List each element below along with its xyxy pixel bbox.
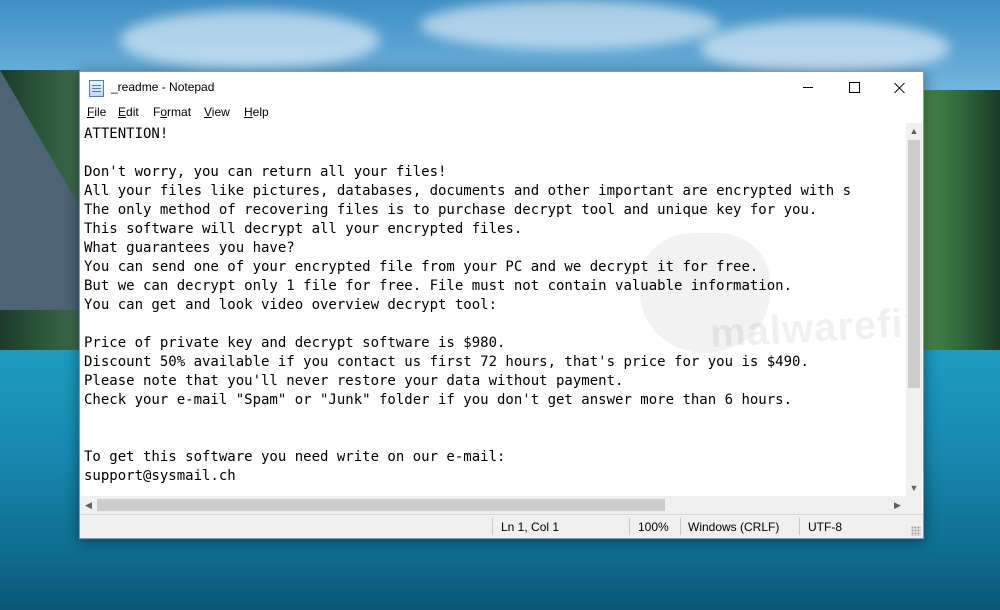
menu-file[interactable]: File	[87, 105, 106, 119]
text-line: The only method of recovering files is t…	[84, 202, 818, 218]
title-bar[interactable]: _readme - Notepad	[80, 72, 923, 103]
text-line: Price of private key and decrypt softwar…	[84, 335, 506, 351]
text-line: What guarantees you have?	[84, 240, 295, 256]
text-editor[interactable]: malwarefixes ATTENTION! Don't worry, you …	[80, 123, 906, 496]
minimize-button[interactable]	[785, 72, 831, 103]
horizontal-scrollbar[interactable]: ◀ ▶	[80, 496, 906, 514]
close-button[interactable]	[877, 72, 923, 103]
status-bar: Ln 1, Col 1 100% Windows (CRLF) UTF-8	[80, 514, 923, 538]
notepad-icon	[89, 80, 104, 97]
text-line: Discount 50% available if you contact us…	[84, 354, 809, 370]
menu-format[interactable]: Format	[153, 105, 191, 119]
menu-help-label: elp	[252, 105, 269, 119]
status-separator	[492, 518, 493, 535]
text-line: ATTENTION!	[84, 126, 169, 142]
menu-file-label: ile	[94, 105, 107, 119]
close-icon	[894, 82, 906, 94]
menu-view-label: iew	[211, 105, 230, 119]
text-line: Please note that you'll never restore yo…	[84, 373, 624, 389]
text-line: But we can decrypt only 1 file for free.…	[84, 278, 793, 294]
text-line: Check your e-mail "Spam" or "Junk" folde…	[84, 392, 793, 408]
menu-edit-label: dit	[126, 105, 139, 119]
scroll-right-icon[interactable]: ▶	[889, 496, 906, 514]
resize-grip-icon[interactable]	[911, 526, 921, 536]
status-encoding: UTF-8	[808, 520, 842, 534]
minimize-icon	[803, 87, 813, 88]
text-line: You can get and look video overview decr…	[84, 297, 498, 313]
window-title: _readme - Notepad	[111, 80, 215, 94]
text-line: This software will decrypt all your encr…	[84, 221, 523, 237]
cloud	[420, 0, 720, 50]
status-position: Ln 1, Col 1	[501, 520, 560, 534]
menu-edit[interactable]: Edit	[118, 105, 139, 119]
scroll-down-icon[interactable]: ▼	[906, 480, 922, 496]
cloud	[120, 10, 380, 70]
cloud	[700, 20, 950, 75]
menu-help-accel: H	[244, 105, 253, 119]
status-separator	[680, 518, 681, 535]
menu-edit-accel: E	[118, 105, 127, 119]
text-line: Don't worry, you can return all your fil…	[84, 164, 447, 180]
menu-bar: File Edit Format View Help	[80, 103, 923, 123]
status-separator	[799, 518, 800, 535]
status-separator	[629, 518, 630, 535]
scroll-up-icon[interactable]: ▲	[906, 123, 922, 139]
menu-format-rest: rmat	[167, 105, 192, 119]
maximize-icon	[848, 82, 860, 93]
text-line: You can send one of your encrypted file …	[84, 259, 759, 275]
menu-view[interactable]: View	[204, 105, 230, 119]
maximize-button[interactable]	[831, 72, 877, 103]
text-line: All your files like pictures, databases,…	[84, 183, 852, 199]
status-zoom: 100%	[638, 520, 669, 534]
notepad-window: _readme - Notepad File Edit Format View …	[79, 71, 924, 539]
menu-view-accel: V	[204, 105, 212, 119]
text-line: To get this software you need write on o…	[84, 449, 506, 465]
horizontal-scroll-thumb[interactable]	[97, 499, 665, 511]
scrollbar-corner	[906, 496, 922, 514]
scroll-left-icon[interactable]: ◀	[80, 496, 97, 514]
text-line: support@sysmail.ch	[84, 468, 236, 484]
menu-help[interactable]: Help	[244, 105, 269, 119]
status-line-ending: Windows (CRLF)	[688, 520, 780, 534]
vertical-scroll-thumb[interactable]	[908, 140, 920, 388]
vertical-scrollbar[interactable]: ▲ ▼	[906, 123, 922, 496]
watermark-text: malwarefixes	[709, 298, 906, 356]
